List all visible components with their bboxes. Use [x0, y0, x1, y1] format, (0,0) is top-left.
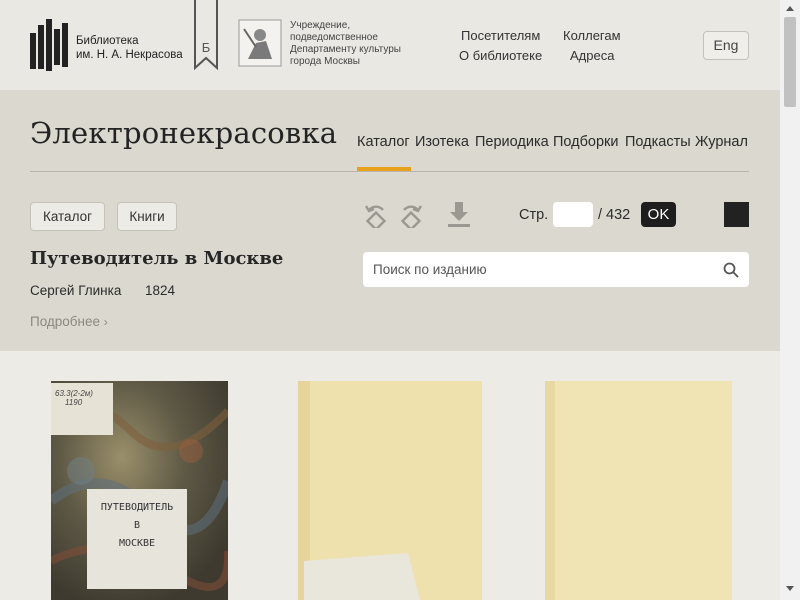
page-total: / 432 [598, 207, 631, 223]
section-podborki[interactable]: Подборки [553, 134, 619, 150]
section-podcasts[interactable]: Подкасты [625, 134, 691, 150]
cover-label: ПУТЕВОДИТЕЛЬ В МОСКВЕ [87, 499, 187, 553]
department-line1: Учреждение, [290, 20, 351, 31]
divider [30, 171, 749, 172]
moscow-emblem-icon [238, 19, 282, 67]
shelf-mark: 63.3(2-2м) 1190 [55, 389, 93, 407]
scroll-up-arrow-icon[interactable] [785, 4, 795, 12]
dark-mode-toggle[interactable] [724, 202, 749, 227]
nav-addresses[interactable]: Адреса [570, 48, 614, 63]
department-caption: Учреждение, подведомственное Департамент… [290, 20, 401, 68]
cover-line3: МОСКВЕ [118, 538, 156, 549]
breadcrumb-books[interactable]: Книги [117, 202, 177, 231]
section-periodika[interactable]: Периодика [475, 134, 549, 150]
book-year: 1824 [145, 283, 176, 298]
site-title[interactable]: Электронекрасовка [30, 116, 337, 150]
page-number-input[interactable] [553, 202, 593, 227]
download-icon[interactable] [446, 200, 472, 228]
blank-page-image [298, 381, 482, 600]
book-title: Путеводитель в Москве [30, 248, 284, 269]
nav-visitors[interactable]: Посетителям [461, 28, 540, 43]
cover-line2: В [133, 520, 141, 531]
page-thumbnail[interactable] [545, 381, 732, 600]
go-to-page-button[interactable]: OK [641, 202, 676, 227]
library-name[interactable]: Библиотека им. Н. А. Некрасова [76, 34, 183, 62]
nav-colleagues[interactable]: Коллегам [563, 28, 621, 43]
library-name-line2: им. Н. А. Некрасова [76, 49, 183, 61]
page-thumbnail[interactable] [298, 381, 482, 600]
scrollbar-thumb[interactable] [784, 17, 796, 107]
scroll-down-arrow-icon[interactable] [785, 585, 795, 593]
shelf-mark-line2: 1190 [65, 398, 83, 407]
search-input[interactable]: Поиск по изданию [373, 262, 487, 277]
rotate-right-icon[interactable] [398, 200, 424, 228]
bookmark-icon[interactable] [193, 0, 219, 70]
marbled-cover-image [47, 381, 233, 600]
bookmark-letter: Б [201, 40, 211, 55]
cover-line1: ПУТЕВОДИТЕЛЬ [100, 502, 174, 513]
page-label: Стр. [519, 207, 549, 223]
department-line4: города Москвы [290, 56, 360, 67]
blank-page-image [545, 381, 732, 600]
library-name-line1: Библиотека [76, 35, 139, 47]
more-link-label: Подробнее [30, 314, 101, 329]
more-link[interactable]: Подробнее › [30, 314, 108, 329]
shelf-mark-line1: 63.3(2-2м) [55, 389, 93, 398]
search-box[interactable]: Поиск по изданию [363, 252, 749, 287]
department-line3: Департаменту культуры [290, 44, 401, 55]
nav-about[interactable]: О библиотеке [459, 48, 542, 63]
section-journal[interactable]: Журнал [695, 134, 748, 150]
breadcrumb-catalog[interactable]: Каталог [30, 202, 105, 231]
chevron-right-icon: › [103, 315, 108, 329]
section-izoteka[interactable]: Изотека [415, 134, 469, 150]
department-line2: подведомственное [290, 32, 378, 43]
page-thumbnail[interactable]: 63.3(2-2м) 1190 ПУТЕВОДИТЕЛЬ В МОСКВЕ [47, 381, 233, 600]
rotate-left-icon[interactable] [363, 200, 389, 228]
book-author[interactable]: Сергей Глинка [30, 283, 121, 298]
section-catalog[interactable]: Каталог [357, 134, 410, 150]
library-logo-icon[interactable] [30, 19, 74, 71]
language-button[interactable]: Eng [703, 31, 749, 60]
search-icon[interactable] [723, 262, 739, 278]
